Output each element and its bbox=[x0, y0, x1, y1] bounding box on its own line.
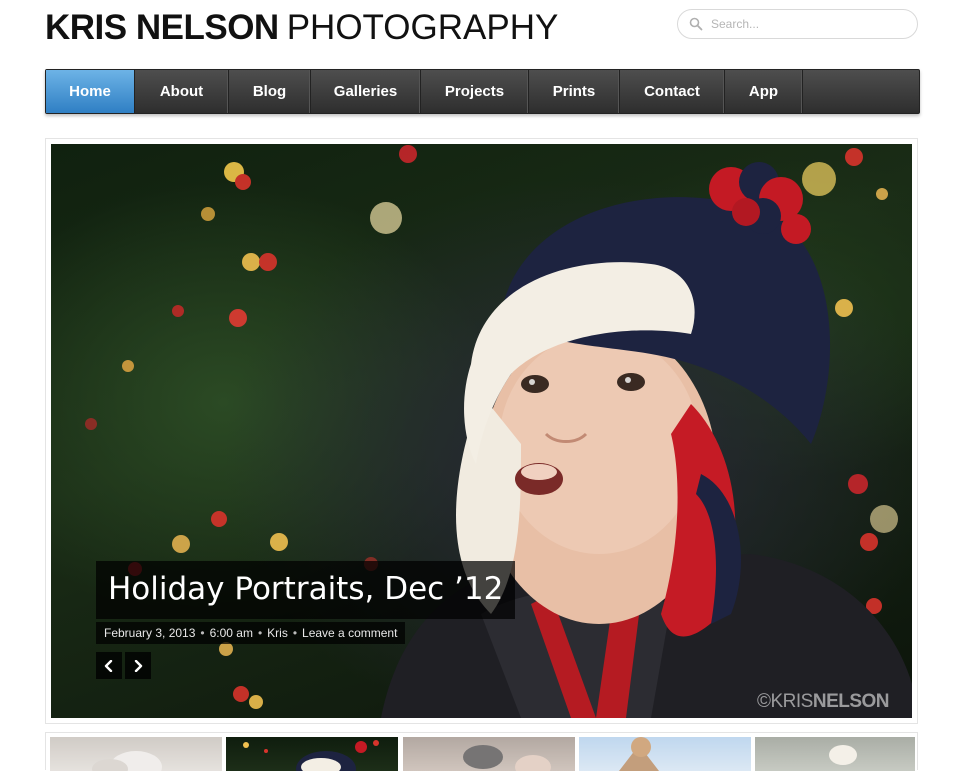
nav-item-projects[interactable]: Projects bbox=[421, 70, 529, 113]
nav-item-blog[interactable]: Blog bbox=[229, 70, 311, 113]
nav-item-galleries[interactable]: Galleries bbox=[311, 70, 421, 113]
search-input[interactable] bbox=[711, 15, 907, 33]
prev-slide-button[interactable] bbox=[96, 652, 122, 679]
thumbnail-active[interactable] bbox=[226, 737, 398, 771]
site-header: KRIS NELSON PHOTOGRAPHY bbox=[0, 0, 960, 60]
post-author[interactable]: Kris bbox=[267, 626, 288, 640]
meta-separator: • bbox=[292, 626, 298, 640]
slide-title[interactable]: Holiday Portraits, Dec ’12 bbox=[96, 561, 516, 619]
post-date: February 3, 2013 bbox=[104, 626, 196, 640]
next-slide-button[interactable] bbox=[125, 652, 151, 679]
logo-name: KRIS NELSON bbox=[45, 8, 279, 47]
thumbnail[interactable] bbox=[50, 737, 222, 771]
chevron-right-icon bbox=[134, 660, 143, 672]
featured-slider: Holiday Portraits, Dec ’12 February 3, 2… bbox=[45, 138, 918, 724]
search-icon[interactable] bbox=[689, 17, 703, 31]
nav-item-about[interactable]: About bbox=[135, 70, 229, 113]
nav-item-home[interactable]: Home bbox=[46, 70, 135, 113]
meta-separator: • bbox=[200, 626, 205, 640]
search-box bbox=[677, 9, 918, 39]
thumbnail[interactable] bbox=[755, 737, 915, 771]
logo-tagline: PHOTOGRAPHY bbox=[286, 8, 559, 47]
featured-slide[interactable]: Holiday Portraits, Dec ’12 February 3, 2… bbox=[51, 144, 912, 718]
site-logo[interactable]: KRIS NELSON PHOTOGRAPHY bbox=[45, 6, 558, 50]
post-meta: February 3, 2013 • 6:00 am • Kris • Leave a co… bbox=[96, 622, 406, 644]
nav-item-contact[interactable]: Contact bbox=[620, 70, 725, 113]
leave-comment-link[interactable]: Leave a comment bbox=[302, 626, 397, 640]
thumbnail[interactable] bbox=[403, 737, 575, 771]
post-time: 6:00 am bbox=[209, 626, 253, 640]
photo-watermark: ©KRISNELSON bbox=[757, 691, 890, 712]
nav-item-prints[interactable]: Prints bbox=[529, 70, 620, 113]
chevron-left-icon bbox=[104, 660, 113, 672]
thumbnail[interactable] bbox=[579, 737, 751, 771]
thumbnail-strip bbox=[45, 732, 918, 771]
meta-separator: • bbox=[257, 626, 263, 640]
nav-item-app[interactable]: App bbox=[725, 70, 803, 113]
main-nav: Home About Blog Galleries Projects Print… bbox=[45, 69, 920, 114]
